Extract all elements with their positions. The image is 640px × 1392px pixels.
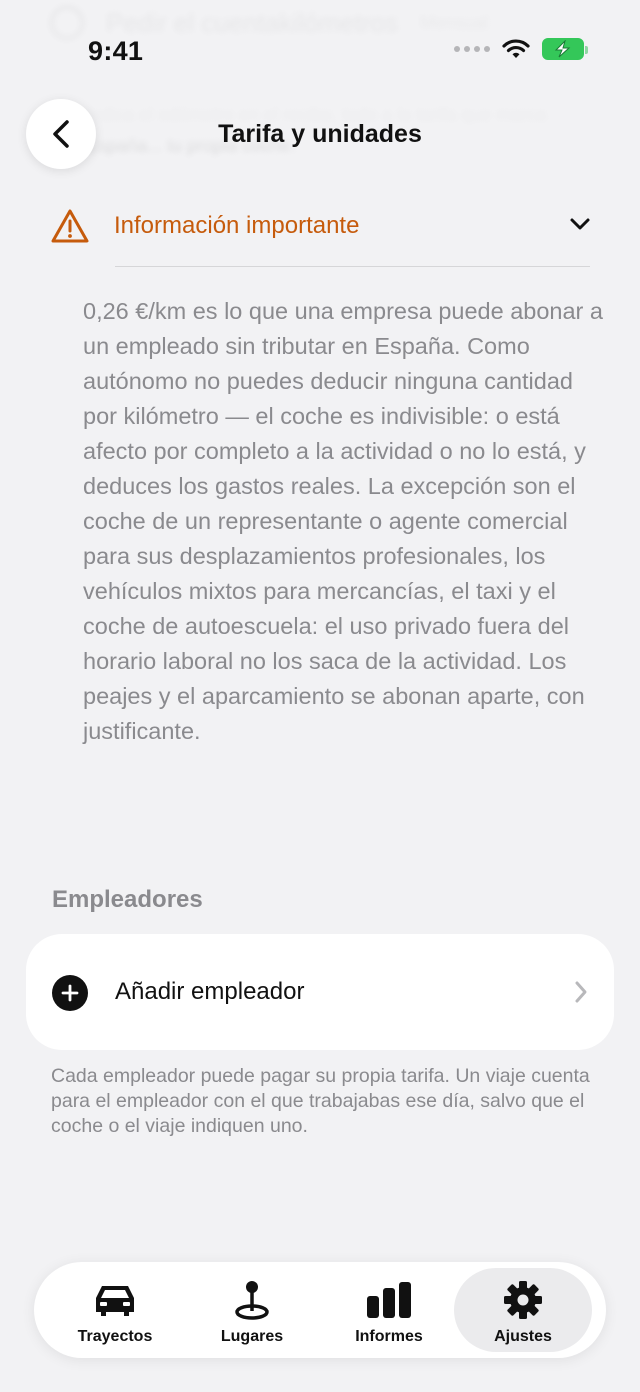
- employers-footnote: Cada empleador puede pagar su propia tar…: [51, 1065, 590, 1137]
- bar-chart-icon: [367, 1282, 411, 1318]
- page-title: Tarifa y unidades: [218, 120, 422, 148]
- cellular-icon: [454, 46, 490, 52]
- add-employer-label: Añadir empleador: [115, 978, 305, 1005]
- employers-section-title: Empleadores: [52, 886, 203, 913]
- gear-icon: [504, 1281, 542, 1319]
- tab-label-lugares: Lugares: [220, 1328, 284, 1345]
- status-indicators: [454, 38, 588, 60]
- warning-triangle-icon: [51, 209, 89, 243]
- tab-label-ajustes: Ajustes: [494, 1328, 552, 1345]
- car-icon: [96, 1286, 134, 1316]
- status-time: 9:41: [88, 36, 144, 66]
- important-info-body: 0,26 €/km es lo que una empresa puede ab…: [83, 298, 603, 744]
- add-employer-button[interactable]: Añadir empleador: [26, 934, 614, 1050]
- chevron-down-icon: [570, 218, 590, 230]
- important-info-disclosure[interactable]: Información importante: [50, 206, 595, 246]
- chevron-right-icon: [575, 981, 587, 1003]
- map-pin-icon: [235, 1281, 269, 1320]
- tab-ajustes[interactable]: Ajustes: [454, 1268, 592, 1352]
- important-info-label: Información importante: [114, 212, 360, 239]
- tab-label-informes: Informes: [355, 1328, 423, 1345]
- header-fade: [0, 0, 640, 190]
- divider: [115, 266, 590, 267]
- tab-informes[interactable]: Informes: [320, 1268, 458, 1352]
- settings-screen: Pedir el cuentakilómetros Mensual Indica…: [0, 0, 640, 1392]
- tab-label-trayectos: Trayectos: [77, 1328, 153, 1345]
- tab-lugares[interactable]: Lugares: [183, 1268, 321, 1352]
- battery-charging-icon: [542, 38, 588, 60]
- tab-trayectos[interactable]: Trayectos: [46, 1268, 184, 1352]
- tab-bar: Trayectos Lugares Informes Ajustes: [34, 1262, 606, 1358]
- wifi-icon: [502, 39, 530, 58]
- plus-circle-icon: [52, 975, 88, 1011]
